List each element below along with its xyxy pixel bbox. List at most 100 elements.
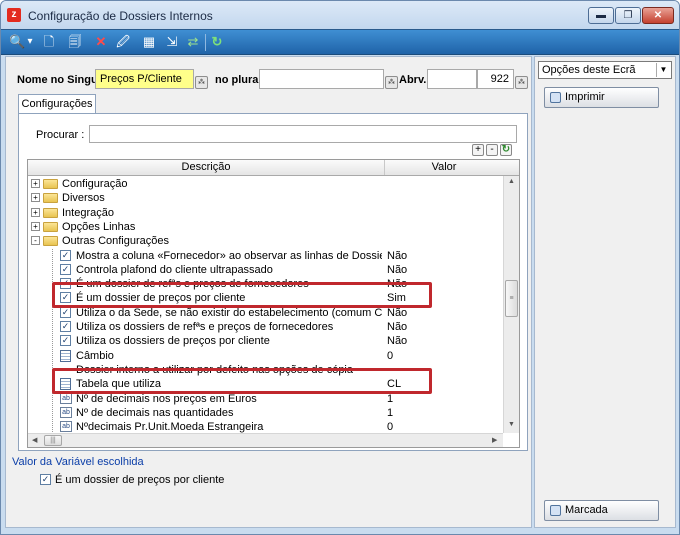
grid-header: Descrição Valor <box>28 160 519 176</box>
horizontal-scroll-thumb[interactable]: ||| <box>44 435 62 446</box>
edit-document-icon[interactable]: 🖉 <box>115 34 131 50</box>
main-window: z Configuração de Dossiers Internos ▬ ❐ … <box>0 0 680 535</box>
row-label: Integração <box>62 206 114 219</box>
marker-icon <box>550 505 561 516</box>
expander-icon[interactable]: - <box>31 236 40 246</box>
row-label: Utiliza os dossiers de refªs e preços de… <box>76 321 334 333</box>
grid-row[interactable]: ab Nº de decimais nas quantidades 1 <box>28 406 503 420</box>
row-value[interactable]: 0 <box>387 420 393 434</box>
close-button[interactable]: ✕ <box>642 7 674 24</box>
row-label: Utiliza os dossiers de preços por client… <box>76 335 270 348</box>
tab-configuracoes[interactable]: Configurações <box>18 94 96 114</box>
add-row-button[interactable]: + <box>472 144 484 156</box>
variable-checkbox[interactable]: ✓ <box>40 474 51 485</box>
folder-icon <box>43 221 58 232</box>
minimize-button[interactable]: ▬ <box>588 7 614 24</box>
checkbox-icon[interactable]: ✓ <box>60 335 71 347</box>
toolbar-separator <box>205 34 206 51</box>
checkbox-icon[interactable]: ✓ <box>60 306 71 318</box>
vertical-scroll-thumb[interactable]: ≡ <box>505 280 518 317</box>
search-dropdown-icon[interactable]: ▾ <box>25 34 35 50</box>
plural-lookup-icon[interactable]: ⁂ <box>385 76 398 89</box>
variable-checkbox-label: É um dossier de preços por cliente <box>55 474 225 486</box>
grid-icon[interactable]: ▦ <box>141 34 157 50</box>
remove-row-button[interactable]: - <box>486 144 498 156</box>
highlight-box-preco-cliente <box>52 282 432 308</box>
screen-options-dropdown[interactable]: Opções deste Ecrã ▼ <box>538 61 672 79</box>
grid-row[interactable]: ✓ Utiliza os dossiers de preços por clien… <box>28 334 503 348</box>
refresh-grid-button[interactable]: ↻ <box>500 144 512 156</box>
expander-icon[interactable]: + <box>31 207 40 217</box>
grid-row[interactable]: ✓ Mostra a coluna «Fornecedor» ao observa… <box>28 249 503 263</box>
print-button[interactable]: Imprimir <box>544 87 659 108</box>
plural-name-label: no plural <box>215 74 262 86</box>
row-label: Diversos <box>62 192 105 205</box>
copy-document-icon[interactable]: 🗐 <box>67 34 83 50</box>
grid-row[interactable]: - Outras Configurações <box>28 234 503 248</box>
horizontal-scrollbar[interactable]: ◀ ||| ▶ <box>28 433 503 447</box>
singular-name-field[interactable]: Preços P/Cliente <box>95 69 194 89</box>
row-value[interactable]: Não <box>387 263 407 277</box>
toolbar: 🔍 ▾ 🗋 🗐 ✕ 🖉 ▦ ⇲ ⇄ ↻ <box>1 29 679 55</box>
row-label: Configuração <box>62 178 128 190</box>
column-header-value[interactable]: Valor <box>385 160 503 175</box>
grid-row[interactable]: + Configuração <box>28 177 503 191</box>
refresh-icon[interactable]: ↻ <box>209 34 225 50</box>
text-field-icon: ab <box>60 421 72 433</box>
marcada-button[interactable]: Marcada <box>544 500 659 521</box>
title-bar[interactable]: z Configuração de Dossiers Internos ▬ ❐ … <box>1 1 679 29</box>
delete-icon[interactable]: ✕ <box>93 34 109 50</box>
row-label: Nº de decimais nas quantidades <box>76 406 234 419</box>
folder-icon <box>43 236 58 247</box>
id-lookup-icon[interactable]: ⁂ <box>515 76 528 89</box>
variable-value-link[interactable]: Valor da Variável escolhida <box>12 456 144 468</box>
checkbox-icon[interactable]: ✓ <box>60 263 71 275</box>
form-area: Nome no Singular Preços P/Cliente ⁂ no p… <box>5 56 532 528</box>
singular-lookup-icon[interactable]: ⁂ <box>195 76 208 89</box>
column-header-description[interactable]: Descrição <box>28 160 385 175</box>
row-label: Opções Linhas <box>62 220 136 233</box>
grid-row[interactable]: ab Nºdecimais Pr.Unit.Moeda Estrangeira 0 <box>28 420 503 434</box>
print-icon <box>550 92 561 103</box>
scroll-right-icon[interactable]: ▶ <box>492 436 497 444</box>
scroll-up-icon[interactable]: ▲ <box>508 178 515 185</box>
row-value[interactable]: 1 <box>387 406 393 420</box>
screen-options-value: Opções deste Ecrã <box>542 64 636 76</box>
search-icon[interactable]: 🔍 <box>9 34 25 50</box>
grid-row[interactable]: Câmbio 0 <box>28 349 503 363</box>
highlight-box-tabela <box>52 368 432 394</box>
window-title: Configuração de Dossiers Internos <box>28 9 213 23</box>
scroll-left-icon[interactable]: ◀ <box>32 436 37 444</box>
expander-icon[interactable]: + <box>31 221 40 231</box>
row-label: Outras Configurações <box>62 235 169 248</box>
search-input[interactable] <box>89 125 517 143</box>
search-label: Procurar : <box>36 129 85 141</box>
vertical-scrollbar[interactable]: ▲ ≡ ▼ <box>503 176 519 433</box>
scroll-down-icon[interactable]: ▼ <box>508 421 515 428</box>
marcada-button-label: Marcada <box>565 504 608 516</box>
expander-icon[interactable]: + <box>31 179 40 188</box>
new-document-icon[interactable]: 🗋 <box>41 34 57 50</box>
grid-row[interactable]: + Integração <box>28 206 503 220</box>
checkbox-icon[interactable]: ✓ <box>60 249 71 261</box>
row-value[interactable]: 0 <box>387 349 393 363</box>
transfer-icon[interactable]: ⇄ <box>185 34 201 50</box>
abrv-field[interactable] <box>427 69 477 89</box>
text-field-icon: ab <box>60 406 72 418</box>
maximize-button[interactable]: ❐ <box>615 7 641 24</box>
id-field[interactable]: 922 <box>477 69 514 89</box>
grid-row[interactable]: + Diversos <box>28 191 503 205</box>
checkbox-icon[interactable]: ✓ <box>60 321 71 332</box>
row-value[interactable]: Não <box>387 334 407 348</box>
row-value[interactable]: Não <box>387 320 407 334</box>
export-icon[interactable]: ⇲ <box>164 34 180 50</box>
grid-row[interactable]: + Opções Linhas <box>28 220 503 234</box>
chevron-down-icon[interactable]: ▼ <box>656 63 670 77</box>
grid-row[interactable]: ✓ Controla plafond do cliente ultrapassad… <box>28 263 503 277</box>
app-logo-icon: z <box>7 8 21 22</box>
plural-name-field[interactable] <box>259 69 384 89</box>
variable-checkbox-row[interactable]: ✓ É um dossier de preços por cliente <box>40 473 340 487</box>
expander-icon[interactable]: + <box>31 193 40 203</box>
grid-row[interactable]: ✓ Utiliza os dossiers de refªs e preços d… <box>28 320 503 334</box>
row-value[interactable]: Não <box>387 249 407 263</box>
